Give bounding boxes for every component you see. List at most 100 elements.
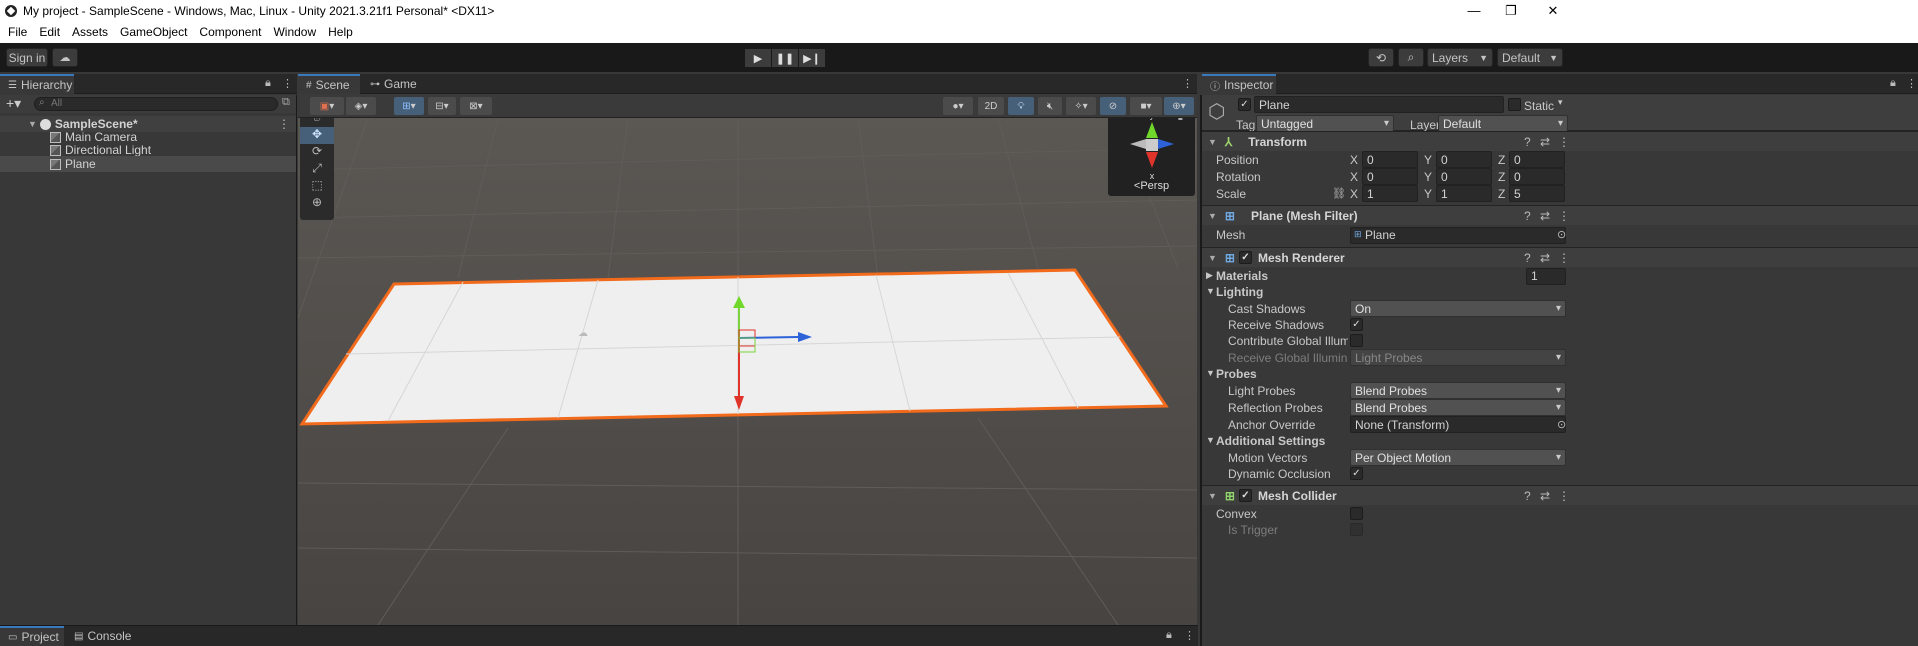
help-icon[interactable]: ? [1524,489,1531,503]
reflection-probes-dropdown[interactable]: Blend Probes [1350,399,1566,416]
object-picker-icon[interactable]: ⊙ [1557,418,1566,431]
menu-edit[interactable]: Edit [39,25,60,39]
plane-mesh[interactable] [299,268,1169,426]
rect-tool-icon[interactable]: ⬚ [300,178,334,195]
add-icon[interactable]: +▾ [6,95,21,112]
scale-x-field[interactable]: 1 [1362,185,1418,202]
dynamic-occlusion-checkbox[interactable]: ✓ [1350,467,1363,480]
help-icon[interactable]: ? [1524,209,1531,223]
transform-header[interactable]: ▼ ⅄ Transform ? ⇄ ⋮ [1202,131,1918,151]
effects-button[interactable]: ✧ ▾ [1066,97,1096,115]
preset-icon[interactable]: ⇄ [1540,489,1550,503]
hierarchy-item-plane[interactable]: Plane [0,156,296,172]
tab-console[interactable]: ▤ Console [66,626,136,646]
foldout-arrow-icon[interactable]: ▼ [1206,368,1215,378]
scale-z-field[interactable]: 5 [1509,185,1565,202]
more-icon[interactable]: ⋮ [282,77,293,90]
lighting-foldout[interactable]: ▼ Lighting [1202,284,1918,300]
layers-dropdown[interactable]: Layers ▼ [1427,48,1493,67]
motion-vectors-dropdown[interactable]: Per Object Motion [1350,449,1566,466]
tag-dropdown[interactable]: Untagged [1256,115,1394,132]
move-tool-icon[interactable]: ✥ [300,127,334,144]
play-button[interactable]: ▶ [745,49,771,67]
rotation-z-field[interactable]: 0 [1509,168,1565,185]
z-cone[interactable] [1158,139,1174,149]
position-x-field[interactable]: 0 [1362,151,1418,168]
anchor-override-field[interactable]: None (Transform) [1350,416,1566,433]
cast-shadows-dropdown[interactable]: On [1350,300,1566,317]
mesh-object-field[interactable]: Plane [1350,226,1566,244]
scale-tool-icon[interactable]: ⤢ [300,161,334,178]
object-name-field[interactable]: Plane [1254,96,1504,113]
foldout-arrow-icon[interactable]: ▶ [1206,270,1213,281]
enabled-checkbox[interactable]: ✓ [1238,251,1252,264]
audio-toggle-button[interactable]: 🔇︎ [1038,97,1062,115]
active-checkbox[interactable]: ✓ [1238,98,1251,111]
tab-game[interactable]: ⊶ Game [362,74,422,94]
rotation-y-field[interactable]: 0 [1436,168,1492,185]
more-icon[interactable]: ⋮ [1184,629,1195,642]
increment-snap-button[interactable]: ⊟ ▾ [428,97,456,115]
light-probes-dropdown[interactable]: Blend Probes [1350,382,1566,399]
step-button[interactable]: ▶❙ [799,49,825,67]
foldout-arrow-icon[interactable]: ▼ [1208,137,1217,147]
help-icon[interactable]: ? [1524,135,1531,149]
preset-icon[interactable]: ⇄ [1540,251,1550,265]
scene-canvas[interactable]: ☁ [298,118,1197,625]
gizmos-button[interactable]: ⊕ ▾ [1164,97,1194,115]
menu-file[interactable]: File [8,25,27,39]
additional-settings-foldout[interactable]: ▼ Additional Settings [1202,433,1918,449]
menu-gameobject[interactable]: GameObject [120,25,187,39]
mesh-renderer-header[interactable]: ▼ ⊞ ✓ Mesh Renderer ? ⇄ ⋮ [1202,247,1918,267]
menu-assets[interactable]: Assets [72,25,108,39]
projection-label[interactable]: <Persp [1108,180,1195,192]
visibility-toggle-button[interactable]: ⊘ [1100,97,1126,115]
cloud-button[interactable]: ☁ [52,48,78,67]
rotate-tool-icon[interactable]: ⟳ [300,144,334,161]
tab-scene[interactable]: # Scene [298,74,360,94]
history-button[interactable]: ⟲ [1368,48,1394,67]
mesh-collider-header[interactable]: ▼ ⊞ ✓ Mesh Collider ? ⇄ ⋮ [1202,485,1918,505]
more-icon[interactable]: ⋮ [1906,77,1917,90]
constrain-proportions-icon[interactable]: ⛓︎ [1332,187,1346,200]
search-input[interactable]: All [34,97,278,111]
mesh-filter-header[interactable]: ▼ ⊞ Plane (Mesh Filter) ? ⇄ ⋮ [1202,205,1918,225]
receive-shadows-checkbox[interactable]: ✓ [1350,318,1363,331]
camera-button[interactable]: ■ ▾ [1130,97,1162,115]
orientation-gizmo[interactable]: y x 🔒︎ <Persp [1108,118,1195,196]
grid-snapping-button[interactable]: ⊞ ▾ [394,97,424,115]
more-icon[interactable]: ⋮ [1558,209,1570,223]
lock-icon[interactable]: 🔒︎ [1890,77,1896,90]
chevron-down-icon[interactable]: ▾ [1558,97,1563,108]
shading-mode-button[interactable]: ● ▾ [943,97,973,115]
render-mode-button[interactable]: ◈ ▾ [346,97,376,115]
tab-hierarchy[interactable]: ☰ Hierarchy [0,74,74,94]
scene-viewport[interactable]: ☁ ✋︎ ✥ ⟳ ⤢ ⬚ ⊕ y x 🔒︎ [298,118,1197,625]
layout-dropdown[interactable]: Default ▼ [1497,48,1563,67]
foldout-arrow-icon[interactable]: ▼ [1206,435,1215,445]
foldout-arrow-icon[interactable]: ▼ [1208,491,1217,501]
mode-2d-button[interactable]: 2D [978,97,1004,115]
x-cone[interactable] [1146,152,1158,168]
position-y-field[interactable]: 0 [1436,151,1492,168]
help-icon[interactable]: ? [1524,251,1531,265]
close-button[interactable]: ✕ [1530,0,1576,21]
center-cube[interactable] [1146,139,1158,151]
tab-project[interactable]: ▭ Project [0,626,64,646]
more-icon[interactable]: ⋮ [1558,489,1570,503]
neg-z-cone[interactable] [1130,139,1146,149]
preset-icon[interactable]: ⇄ [1540,209,1550,223]
lighting-toggle-button[interactable]: 💡︎ [1008,97,1034,115]
pause-button[interactable]: ❚❚ [772,49,798,67]
draw-mode-button[interactable]: ▣ ▾ [310,97,344,115]
probes-foldout[interactable]: ▼ Probes [1202,366,1918,382]
menu-window[interactable]: Window [273,25,316,39]
expand-arrow-icon[interactable]: ▼ [28,119,37,129]
sign-in-button[interactable]: Sign in [6,48,48,67]
materials-size-field[interactable]: 1 [1526,267,1566,285]
lock-icon[interactable]: 🔒︎ [1178,118,1183,122]
foldout-arrow-icon[interactable]: ▼ [1208,253,1217,263]
foldout-arrow-icon[interactable]: ▼ [1208,211,1217,221]
lock-icon[interactable]: 🔒︎ [265,77,271,90]
scale-y-field[interactable]: 1 [1436,185,1492,202]
